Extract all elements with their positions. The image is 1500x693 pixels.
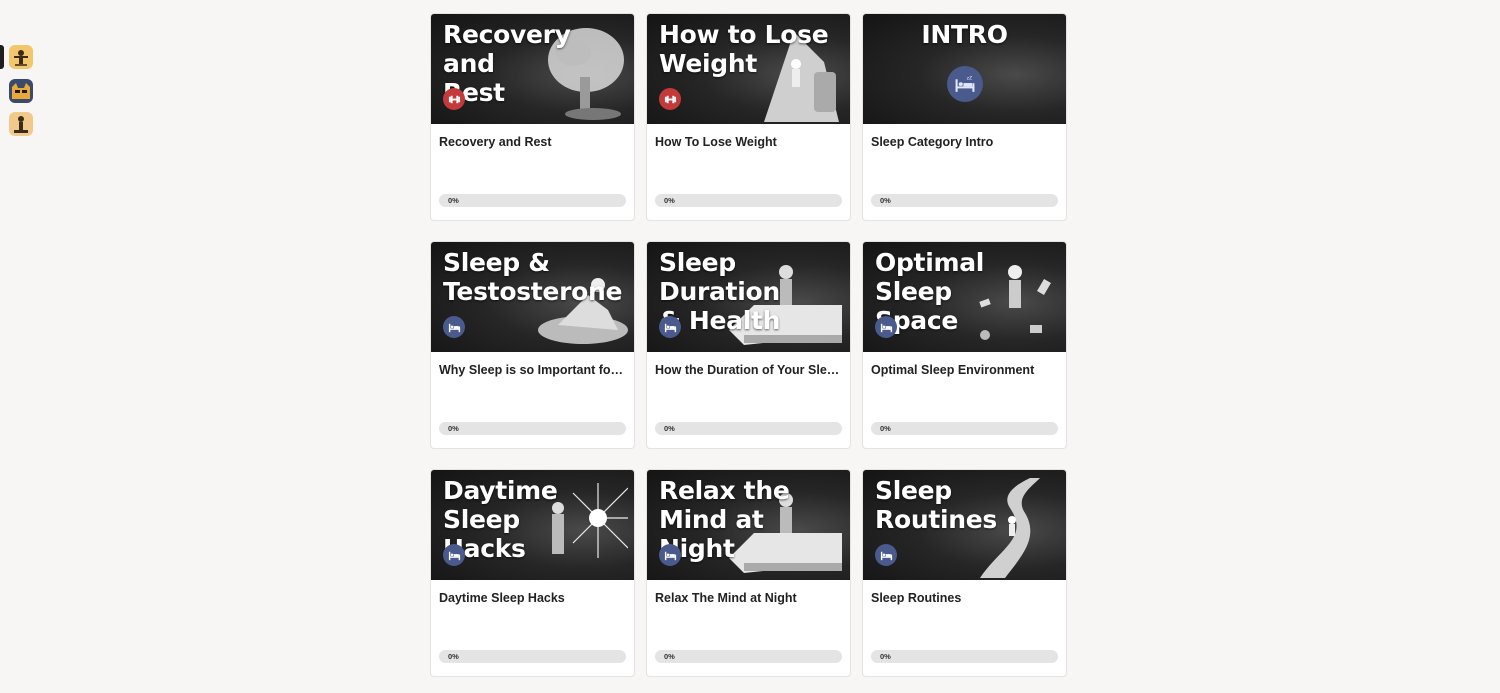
active-indicator — [0, 45, 4, 69]
progress-bar: 0% — [655, 650, 842, 663]
cat-avatar-icon — [9, 79, 33, 103]
progress-bar: 0% — [439, 194, 626, 207]
progress-label: 0% — [448, 424, 459, 433]
thumbnail-title: How to Lose Weight — [659, 20, 829, 78]
thumbnail-title: Sleep & Testosterone — [443, 248, 623, 306]
course-thumbnail: Relax the Mind at Night — [647, 470, 850, 580]
course-title: Recovery and Rest — [439, 135, 552, 149]
community-avatar-cat[interactable] — [9, 79, 33, 103]
progress-bar: 0% — [871, 422, 1058, 435]
course-thumbnail: Sleep & Testosterone — [431, 242, 634, 352]
course-card-7[interactable]: Daytime Sleep Hacks Daytime Sleep Hacks … — [430, 469, 635, 677]
course-thumbnail: INTRO zZ — [863, 14, 1066, 124]
course-title: Optimal Sleep Environment — [871, 363, 1035, 377]
bed-icon — [664, 551, 676, 560]
thumbnail-title: Recovery and Rest — [443, 20, 571, 107]
category-badge: zZ — [947, 66, 983, 102]
course-card-6[interactable]: Optimal Sleep Space Optimal Sleep Enviro… — [862, 241, 1067, 449]
svg-text:zZ: zZ — [967, 75, 973, 81]
category-badge — [659, 544, 681, 566]
progress-bar: 0% — [655, 194, 842, 207]
progress-label: 0% — [664, 424, 675, 433]
course-card-8[interactable]: Relax the Mind at Night Relax The Mind a… — [646, 469, 851, 677]
course-title: How the Duration of Your Sleep Affects Y… — [655, 363, 842, 377]
progress-bar: 0% — [439, 422, 626, 435]
progress-label: 0% — [880, 424, 891, 433]
progress-label: 0% — [664, 652, 675, 661]
course-card-3[interactable]: INTRO zZ Sleep Category Intro 0% — [862, 13, 1067, 221]
progress-label: 0% — [880, 652, 891, 661]
thumbnail-title: Sleep Duration & Health — [659, 248, 781, 335]
course-thumbnail: Daytime Sleep Hacks — [431, 470, 634, 580]
course-card-2[interactable]: How to Lose Weight How To Lose Weight 0% — [646, 13, 851, 221]
course-thumbnail: Optimal Sleep Space — [863, 242, 1066, 352]
bed-icon — [880, 323, 892, 332]
thumbnail-title: Daytime Sleep Hacks — [443, 476, 558, 563]
progress-label: 0% — [880, 196, 891, 205]
bed-icon — [448, 323, 460, 332]
community-avatar-lifter[interactable] — [9, 112, 33, 136]
thumbnail-title: Optimal Sleep Space — [875, 248, 985, 335]
bed-icon — [448, 551, 460, 560]
course-card-4[interactable]: Sleep & Testosterone Why Sleep is so Imp… — [430, 241, 635, 449]
progress-bar: 0% — [439, 650, 626, 663]
course-title: Sleep Category Intro — [871, 135, 994, 149]
course-thumbnail: Recovery and Rest — [431, 14, 634, 124]
category-badge — [443, 544, 465, 566]
course-thumbnail: How to Lose Weight — [647, 14, 850, 124]
course-card-1[interactable]: Recovery and Rest Recovery and Rest 0% — [430, 13, 635, 221]
thumbnail-title: Relax the Mind at Night — [659, 476, 790, 563]
dumbbell-icon — [448, 95, 460, 103]
progress-label: 0% — [448, 652, 459, 661]
category-badge — [659, 88, 681, 110]
course-title: Relax The Mind at Night — [655, 591, 797, 605]
course-card-5[interactable]: Sleep Duration & Health How the Duration… — [646, 241, 851, 449]
sidebar — [0, 0, 44, 693]
category-badge — [659, 316, 681, 338]
progress-label: 0% — [664, 196, 675, 205]
category-badge — [443, 88, 465, 110]
course-title: How To Lose Weight — [655, 135, 777, 149]
course-title: Sleep Routines — [871, 591, 962, 605]
dumbbell-icon — [664, 95, 676, 103]
bed-icon — [880, 551, 892, 560]
category-badge — [875, 316, 897, 338]
workout-avatar-icon — [9, 45, 33, 69]
bed-icon — [664, 323, 676, 332]
course-title: Why Sleep is so Important for Testostero… — [439, 363, 626, 377]
course-title: Daytime Sleep Hacks — [439, 591, 565, 605]
progress-bar: 0% — [655, 422, 842, 435]
category-badge — [443, 316, 465, 338]
progress-label: 0% — [448, 196, 459, 205]
course-thumbnail: Sleep Routines — [863, 470, 1066, 580]
course-card-9[interactable]: Sleep Routines Sleep Routines 0% — [862, 469, 1067, 677]
lifter-avatar-icon — [9, 112, 33, 136]
thumbnail-title: INTRO — [921, 20, 1008, 49]
thumbnail-title: Sleep Routines — [875, 476, 997, 534]
category-badge — [875, 544, 897, 566]
progress-bar: 0% — [871, 194, 1058, 207]
course-thumbnail: Sleep Duration & Health — [647, 242, 850, 352]
community-avatar-workout[interactable] — [9, 45, 33, 69]
bed-icon: zZ — [955, 75, 975, 92]
progress-bar: 0% — [871, 650, 1058, 663]
